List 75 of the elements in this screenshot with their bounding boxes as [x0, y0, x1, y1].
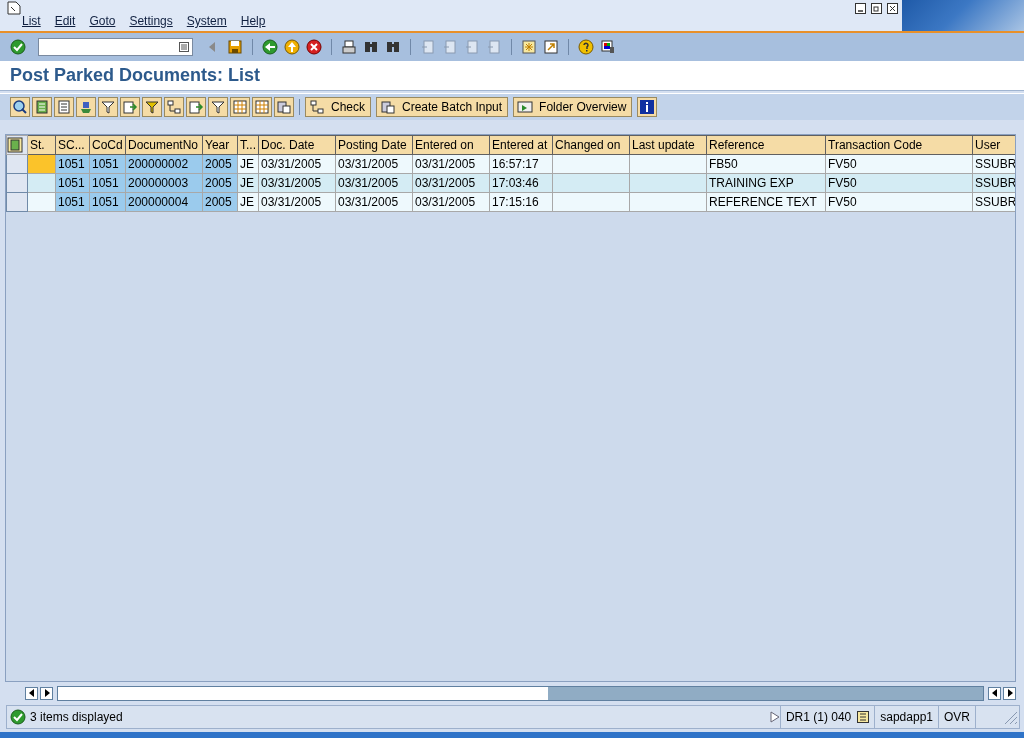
toolbar-button[interactable]: Create Batch Input [376, 97, 509, 117]
column-header[interactable]: Last update [629, 135, 707, 155]
column-header[interactable]: Entered at [489, 135, 553, 155]
right-arrow-icon [1005, 689, 1014, 697]
column-header[interactable]: Changed on [552, 135, 630, 155]
left-arrow-icon [990, 689, 999, 697]
expand-triangle-icon[interactable] [769, 711, 780, 723]
close-icon[interactable] [887, 3, 898, 14]
toolbar-button[interactable]: Check [305, 97, 371, 117]
help-icon[interactable] [578, 39, 594, 55]
column-header[interactable]: Posting Date [335, 135, 413, 155]
menu-item[interactable]: Edit [54, 14, 76, 28]
column-header[interactable]: DocumentNo [125, 135, 203, 155]
hierarchy-icon [309, 99, 325, 115]
back-icon[interactable] [262, 39, 278, 55]
right-arrow-icon [42, 689, 51, 697]
list-dropdown-icon[interactable] [857, 711, 870, 723]
find-icon[interactable] [363, 39, 379, 55]
column-header[interactable]: SC... [55, 135, 90, 155]
server-name: sapdapp1 [874, 706, 938, 728]
doc-icon[interactable] [56, 99, 72, 115]
check-icon[interactable] [10, 39, 26, 55]
export-icon[interactable] [188, 99, 204, 115]
grid-icon[interactable] [232, 99, 248, 115]
folder-icon [517, 99, 534, 115]
select-all-icon[interactable] [7, 137, 23, 153]
hierarchy-icon[interactable] [166, 99, 182, 115]
funnel-icon[interactable] [210, 99, 226, 115]
command-field[interactable] [38, 38, 193, 56]
scrollbar-thumb[interactable] [548, 686, 983, 700]
menu-item[interactable]: Help [240, 14, 266, 28]
system-info: DR1 (1) 040 [785, 710, 852, 724]
column-header[interactable]: Entered on [412, 135, 490, 155]
shortcut-icon[interactable] [543, 39, 559, 55]
menu-item[interactable]: System [186, 14, 227, 28]
left-arrow-icon [27, 689, 36, 697]
star-icon[interactable] [521, 39, 537, 55]
exit-icon[interactable] [284, 39, 300, 55]
scroll-left-button[interactable] [988, 686, 1001, 700]
column-header[interactable]: Reference [706, 135, 826, 155]
column-header[interactable]: Transaction Code [825, 135, 973, 155]
column-header[interactable]: User [972, 135, 1015, 155]
list-icon[interactable] [179, 42, 189, 52]
print-icon[interactable] [341, 39, 357, 55]
column-header[interactable]: T... [237, 135, 259, 155]
export-icon[interactable] [122, 99, 138, 115]
magnify-icon[interactable] [12, 99, 28, 115]
column-header[interactable]: St. [27, 135, 56, 155]
scroll-right-button[interactable] [1003, 686, 1016, 700]
menu-item[interactable]: List [22, 14, 41, 28]
scroll-left-button[interactable] [25, 686, 38, 700]
success-icon [10, 709, 26, 725]
find-next-icon[interactable] [385, 39, 401, 55]
batch-icon [380, 99, 396, 115]
scroll-right-button[interactable] [40, 686, 53, 700]
column-header[interactable]: CoCd [89, 135, 126, 155]
info-icon[interactable] [639, 99, 656, 115]
grid-icon[interactable] [254, 99, 270, 115]
batch-icon[interactable] [276, 99, 292, 115]
column-header[interactable]: Year [202, 135, 238, 155]
menu-item[interactable]: Settings [129, 14, 173, 28]
restore-icon[interactable] [871, 3, 882, 14]
save-icon[interactable] [227, 39, 243, 55]
column-header[interactable]: Doc. Date [258, 135, 336, 155]
input-mode: OVR [938, 706, 975, 728]
monitor-icon[interactable] [600, 39, 616, 55]
minimize-icon[interactable] [855, 3, 866, 14]
funnel-icon[interactable] [100, 99, 116, 115]
status-message: 3 items displayed [30, 710, 123, 724]
scrollbar-track[interactable] [57, 685, 984, 701]
screen-title: Post Parked Documents: List [10, 65, 261, 86]
menu-item[interactable]: Goto [89, 14, 116, 28]
menu-icon[interactable] [6, 0, 22, 16]
cancel-icon[interactable] [306, 39, 322, 55]
toolbar-button[interactable]: Folder Overview [513, 97, 633, 117]
